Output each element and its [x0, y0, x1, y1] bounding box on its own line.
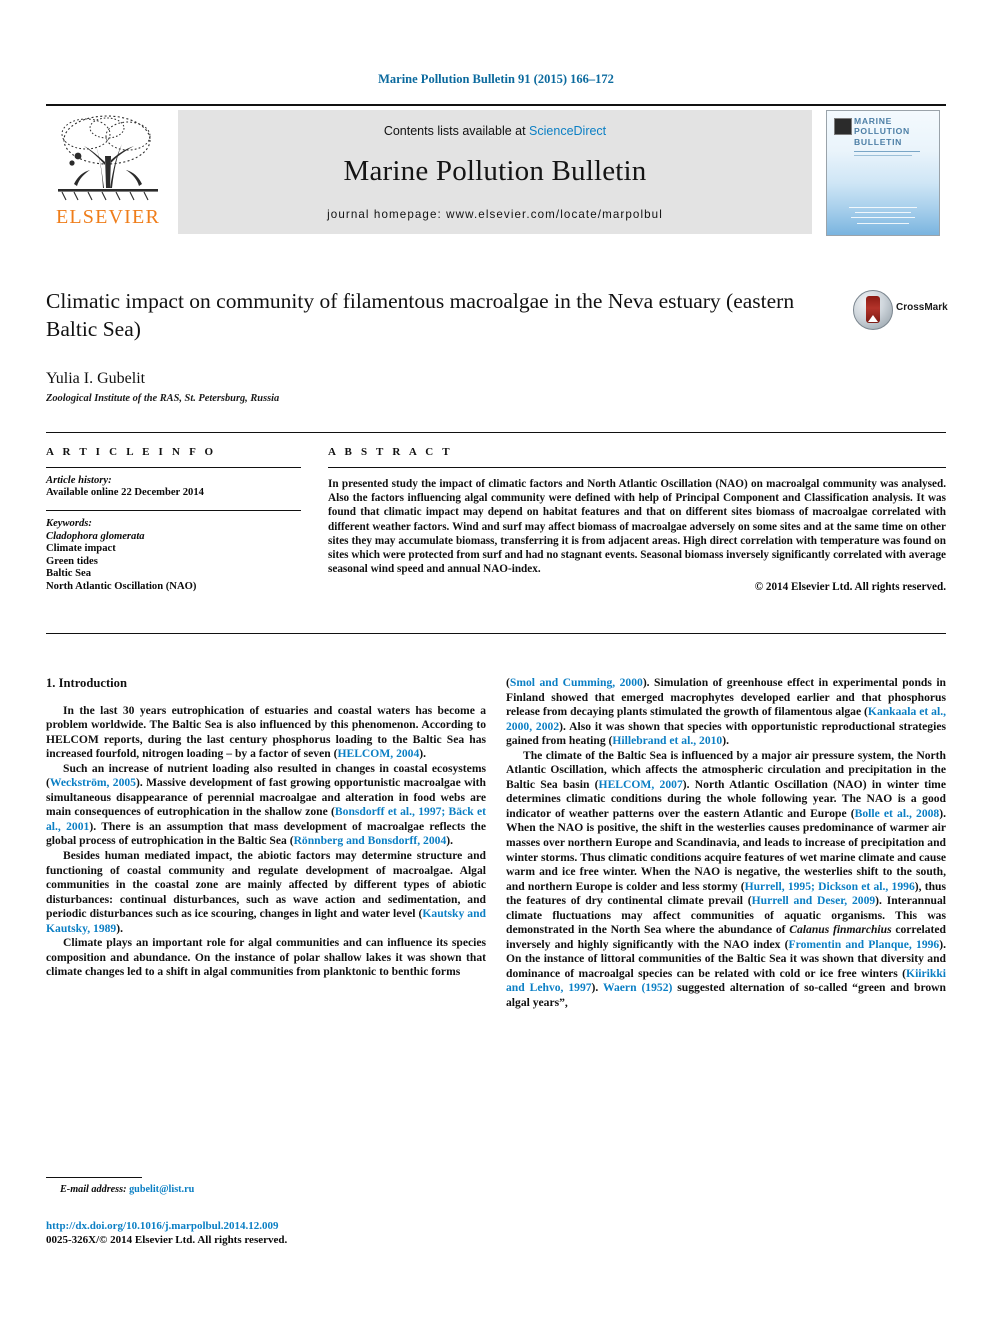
crossmark-circle-icon: [853, 290, 893, 330]
paragraph: (Smol and Cumming, 2000). Simulation of …: [506, 676, 947, 748]
elsevier-tree-icon: [52, 110, 164, 206]
running-head: Marine Pollution Bulletin 91 (2015) 166–…: [378, 72, 614, 86]
abstract-column: A B S T R A C T In presented study the i…: [328, 433, 946, 593]
citation-link[interactable]: HELCOM, 2004: [337, 747, 419, 760]
crossmark-badge[interactable]: CrossMark: [853, 290, 948, 330]
citation-link[interactable]: Bonsdorff et al., 1997; Bäck et al., 200…: [46, 805, 486, 833]
contents-line: Contents lists available at ScienceDirec…: [178, 124, 812, 138]
cover-wave-3: [851, 217, 915, 218]
citation-link[interactable]: Bolle et al., 2008: [855, 807, 940, 820]
elsevier-logo: ELSEVIER: [46, 110, 170, 234]
citation-link[interactable]: Kiirikki and Lehvo, 1997: [506, 967, 946, 995]
keywords-label: Keywords:: [46, 518, 92, 529]
footnote-divider: [46, 1177, 142, 1178]
cover-wave-4: [857, 223, 909, 224]
citation-link[interactable]: Hillebrand et al., 2010: [612, 734, 722, 747]
elsevier-wordmark: ELSEVIER: [55, 206, 161, 228]
keyword-item: Baltic Sea: [46, 568, 92, 579]
cover-rule-1: [854, 151, 920, 152]
body-column-right: (Smol and Cumming, 2000). Simulation of …: [506, 676, 946, 1011]
footnote-email: E-mail address: gubelit@list.ru: [60, 1184, 194, 1195]
cover-rule-2: [854, 155, 912, 156]
section-heading-introduction: 1. Introduction: [46, 676, 127, 690]
cover-title: MARINE POLLUTION BULLETIN: [854, 116, 910, 147]
body-column-left: 1. Introduction In the last 30 years eut…: [46, 676, 486, 980]
citation-link[interactable]: Fromentin and Planque, 1996: [789, 938, 940, 951]
citation-link[interactable]: Rönnberg and Bonsdorff, 2004: [294, 834, 447, 847]
citation-link[interactable]: Hurrell and Deser, 2009: [752, 894, 876, 907]
journal-homepage[interactable]: journal homepage: www.elsevier.com/locat…: [178, 208, 812, 221]
cover-logo-icon: [834, 118, 852, 135]
abstract-copyright: © 2014 Elsevier Ltd. All rights reserved…: [754, 581, 946, 594]
citation-link[interactable]: Waern (1952): [603, 981, 672, 994]
email-link[interactable]: gubelit@list.ru: [129, 1184, 194, 1195]
divider: [46, 467, 301, 468]
keyword-item: Green tides: [46, 555, 98, 567]
paragraph: Climate plays an important role for alga…: [46, 936, 486, 979]
citation-link[interactable]: Weckström, 2005: [50, 776, 136, 789]
journal-title: Marine Pollution Bulletin: [343, 155, 647, 187]
paragraph: Besides human mediated impact, the abiot…: [46, 849, 486, 935]
author-name: Yulia I. Gubelit: [46, 370, 146, 387]
species-name: Calanus finmarchius: [789, 923, 892, 937]
article-info-column: A R T I C L E I N F O Article history: A…: [46, 433, 301, 592]
page-title: Climatic impact on community of filament…: [46, 289, 795, 341]
paragraph: The climate of the Baltic Sea is influen…: [506, 748, 947, 1010]
journal-cover-thumbnail[interactable]: MARINE POLLUTION BULLETIN: [826, 110, 940, 236]
doi-link[interactable]: http://dx.doi.org/10.1016/j.marpolbul.20…: [46, 1220, 279, 1232]
paragraph: Such an increase of nutrient loading als…: [46, 761, 486, 848]
article-info-heading: A R T I C L E I N F O: [46, 446, 217, 458]
crossmark-label: CrossMark: [896, 302, 948, 313]
journal-masthead: ELSEVIER Contents lists available at Sci…: [46, 104, 946, 236]
paper-page: Marine Pollution Bulletin 91 (2015) 166–…: [0, 0, 992, 1323]
divider: [328, 467, 946, 468]
divider: [46, 510, 301, 511]
footnote-label: E-mail address:: [60, 1184, 127, 1195]
cover-wave-1: [849, 207, 917, 208]
citation-link[interactable]: Smol and Cumming, 2000: [510, 676, 643, 689]
citation-link[interactable]: Hurrell, 1995; Dickson et al., 1996: [745, 880, 915, 893]
abstract-text: In presented study the impact of climati…: [328, 478, 946, 576]
sciencedirect-link[interactable]: ScienceDirect: [529, 124, 606, 138]
citation-link[interactable]: HELCOM, 2007: [599, 778, 683, 791]
keyword-item: Cladophora glomerata: [46, 530, 145, 542]
issn-copyright-line: 0025-326X/© 2014 Elsevier Ltd. All right…: [46, 1234, 288, 1246]
info-abstract-block: A R T I C L E I N F O Article history: A…: [46, 432, 946, 634]
page-footer: http://dx.doi.org/10.1016/j.marpolbul.20…: [46, 1219, 287, 1247]
article-history-label: Article history:: [46, 475, 112, 486]
citation-link[interactable]: Kankaala et al., 2000, 2002: [506, 705, 946, 733]
citation-link[interactable]: Kautsky and Kautsky, 1989: [46, 907, 486, 935]
article-history-line: Available online 22 December 2014: [46, 487, 204, 498]
keyword-item: North Atlantic Oscillation (NAO): [46, 580, 197, 592]
contents-prefix: Contents lists available at: [383, 124, 530, 138]
author-affiliation: Zoological Institute of the RAS, St. Pet…: [46, 393, 280, 404]
masthead-banner: Contents lists available at ScienceDirec…: [178, 110, 812, 234]
abstract-heading: A B S T R A C T: [328, 446, 453, 458]
paragraph: In the last 30 years eutrophication of e…: [46, 703, 486, 761]
crossmark-arrow-icon: [868, 315, 878, 322]
keyword-item: Climate impact: [46, 543, 116, 554]
cover-wave-2: [855, 212, 911, 213]
